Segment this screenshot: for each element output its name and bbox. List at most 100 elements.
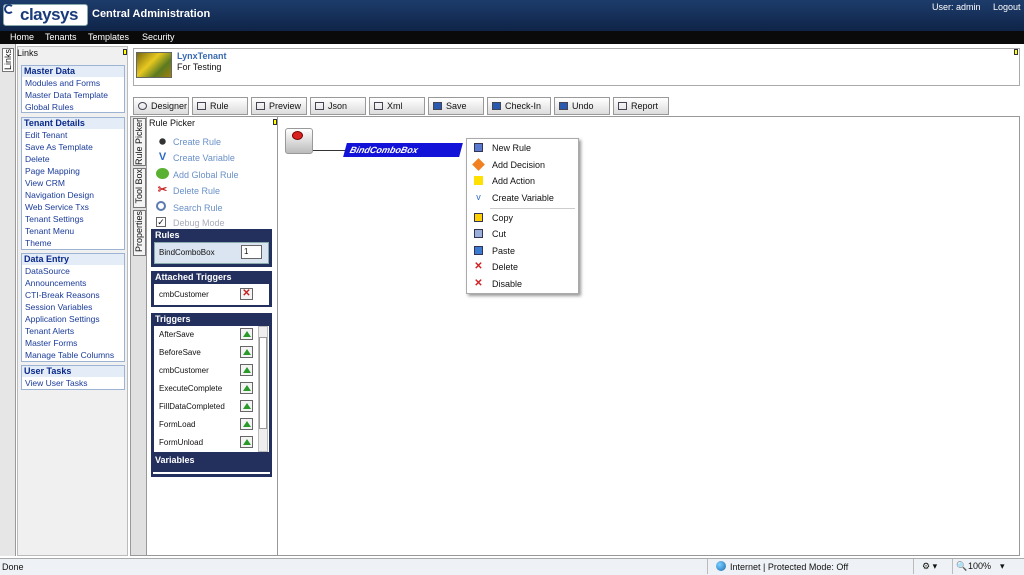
- create-rule-action[interactable]: Create Rule: [173, 137, 221, 147]
- rule-button[interactable]: Rule: [192, 97, 248, 115]
- json-icon: [315, 102, 324, 110]
- add-trigger-button[interactable]: [240, 364, 253, 376]
- link-web-service-txs[interactable]: Web Service Txs: [22, 201, 124, 213]
- nav-templates[interactable]: Templates: [88, 32, 129, 42]
- link-master-forms[interactable]: Master Forms: [22, 337, 124, 349]
- link-master-data-template[interactable]: Master Data Template: [22, 89, 124, 101]
- add-trigger-button[interactable]: [240, 346, 253, 358]
- menu-new-rule[interactable]: New Rule: [492, 143, 531, 153]
- create-rule-icon: [156, 136, 169, 147]
- pin-icon[interactable]: [123, 49, 127, 55]
- save-button[interactable]: Save: [428, 97, 484, 115]
- menu-add-decision[interactable]: Add Decision: [492, 160, 545, 170]
- link-global-rules[interactable]: Global Rules: [22, 101, 124, 113]
- link-view-crm[interactable]: View CRM: [22, 177, 124, 189]
- link-view-user-tasks[interactable]: View User Tasks: [22, 377, 124, 389]
- json-button[interactable]: Json: [310, 97, 366, 115]
- trigger-item: FormUnload: [159, 438, 204, 447]
- save-icon: [433, 102, 442, 110]
- cut-icon: [474, 229, 483, 238]
- add-trigger-button[interactable]: [240, 328, 253, 340]
- links-tab[interactable]: Links: [2, 48, 14, 72]
- designer-button[interactable]: Designer: [133, 97, 189, 115]
- add-trigger-button[interactable]: [240, 418, 253, 430]
- protected-mode-icon[interactable]: ⚙ ▾: [922, 561, 937, 572]
- rule-node-bindcombobox[interactable]: BindComboBox: [343, 143, 463, 157]
- group-user-tasks: User Tasks View User Tasks: [21, 365, 125, 390]
- menu-create-variable[interactable]: Create Variable: [492, 193, 554, 203]
- menu-separator: [490, 208, 575, 209]
- undo-icon: [559, 102, 568, 110]
- link-tenant-alerts[interactable]: Tenant Alerts: [22, 325, 124, 337]
- debug-mode-checkbox[interactable]: ✓: [156, 217, 166, 227]
- delete-rule-action[interactable]: Delete Rule: [173, 186, 220, 196]
- link-save-as-template[interactable]: Save As Template: [22, 141, 124, 153]
- logout-link[interactable]: Logout: [993, 2, 1021, 12]
- link-tenant-settings[interactable]: Tenant Settings: [22, 213, 124, 225]
- delete-rule-icon: ✂: [157, 184, 168, 196]
- link-announcements[interactable]: Announcements: [22, 277, 124, 289]
- copy-icon: [474, 213, 483, 222]
- link-navigation-design[interactable]: Navigation Design: [22, 189, 124, 201]
- rules-header: Rules: [155, 230, 180, 240]
- links-panel-title: Links: [17, 48, 39, 58]
- menu-paste[interactable]: Paste: [492, 246, 515, 256]
- arrow-up-icon: [243, 385, 251, 391]
- link-edit-tenant[interactable]: Edit Tenant: [22, 129, 124, 141]
- main-nav: Home Tenants Templates Security: [0, 31, 1024, 44]
- tab-tool-box[interactable]: Tool Box: [133, 168, 146, 208]
- remove-trigger-icon[interactable]: ✕: [240, 288, 253, 300]
- link-theme[interactable]: Theme: [22, 237, 124, 249]
- rule-order-input[interactable]: 1: [241, 245, 262, 259]
- nav-tenants[interactable]: Tenants: [45, 32, 77, 42]
- nav-home[interactable]: Home: [10, 32, 34, 42]
- add-trigger-button[interactable]: [240, 400, 253, 412]
- link-manage-table-columns[interactable]: Manage Table Columns: [22, 349, 124, 361]
- search-rule-action[interactable]: Search Rule: [173, 203, 223, 213]
- pin-icon[interactable]: [1014, 49, 1018, 55]
- menu-delete[interactable]: Delete: [492, 262, 518, 272]
- undo-button[interactable]: Undo: [554, 97, 610, 115]
- create-variable-icon: V: [158, 151, 167, 163]
- tenant-description: For Testing: [177, 62, 222, 72]
- nav-security[interactable]: Security: [142, 32, 175, 42]
- link-modules-and-forms[interactable]: Modules and Forms: [22, 77, 124, 89]
- current-user: User: admin: [932, 2, 981, 12]
- preview-button[interactable]: Preview: [251, 97, 307, 115]
- security-zone: Internet | Protected Mode: Off: [730, 562, 849, 572]
- group-title: Tenant Details: [22, 118, 124, 129]
- zoom-level[interactable]: 100%: [968, 561, 991, 571]
- xml-button[interactable]: Xml: [369, 97, 425, 115]
- menu-cut[interactable]: Cut: [492, 229, 506, 239]
- link-application-settings[interactable]: Application Settings: [22, 313, 124, 325]
- add-trigger-button[interactable]: [240, 382, 253, 394]
- menu-add-action[interactable]: Add Action: [492, 176, 535, 186]
- group-title: Master Data: [22, 66, 124, 77]
- link-session-variables[interactable]: Session Variables: [22, 301, 124, 313]
- add-global-rule-action[interactable]: Add Global Rule: [173, 170, 239, 180]
- tab-rule-picker[interactable]: Rule Picker: [133, 118, 146, 166]
- zoom-dropdown-icon[interactable]: ▾: [1000, 561, 1005, 572]
- pin-icon[interactable]: [273, 119, 277, 125]
- links-rail: [0, 44, 16, 556]
- globe-icon: [716, 561, 726, 571]
- attached-triggers-header: Attached Triggers: [155, 272, 232, 282]
- new-rule-icon: [474, 143, 483, 152]
- check-in-button[interactable]: Check-In: [487, 97, 551, 115]
- link-delete[interactable]: Delete: [22, 153, 124, 165]
- link-page-mapping[interactable]: Page Mapping: [22, 165, 124, 177]
- add-trigger-button[interactable]: [240, 436, 253, 448]
- xml-icon: [374, 102, 383, 110]
- link-datasource[interactable]: DataSource: [22, 265, 124, 277]
- report-button[interactable]: Report: [613, 97, 669, 115]
- trigger-item: ExecuteComplete: [159, 384, 223, 393]
- rule-icon: [197, 102, 206, 110]
- menu-copy[interactable]: Copy: [492, 213, 513, 223]
- group-tenant-details: Tenant Details Edit Tenant Save As Templ…: [21, 117, 125, 250]
- menu-disable[interactable]: Disable: [492, 279, 522, 289]
- create-variable-action[interactable]: Create Variable: [173, 153, 235, 163]
- tab-properties[interactable]: Properties: [133, 210, 146, 256]
- link-tenant-menu[interactable]: Tenant Menu: [22, 225, 124, 237]
- triggers-scroll-thumb[interactable]: [259, 337, 267, 429]
- link-cti-break-reasons[interactable]: CTI-Break Reasons: [22, 289, 124, 301]
